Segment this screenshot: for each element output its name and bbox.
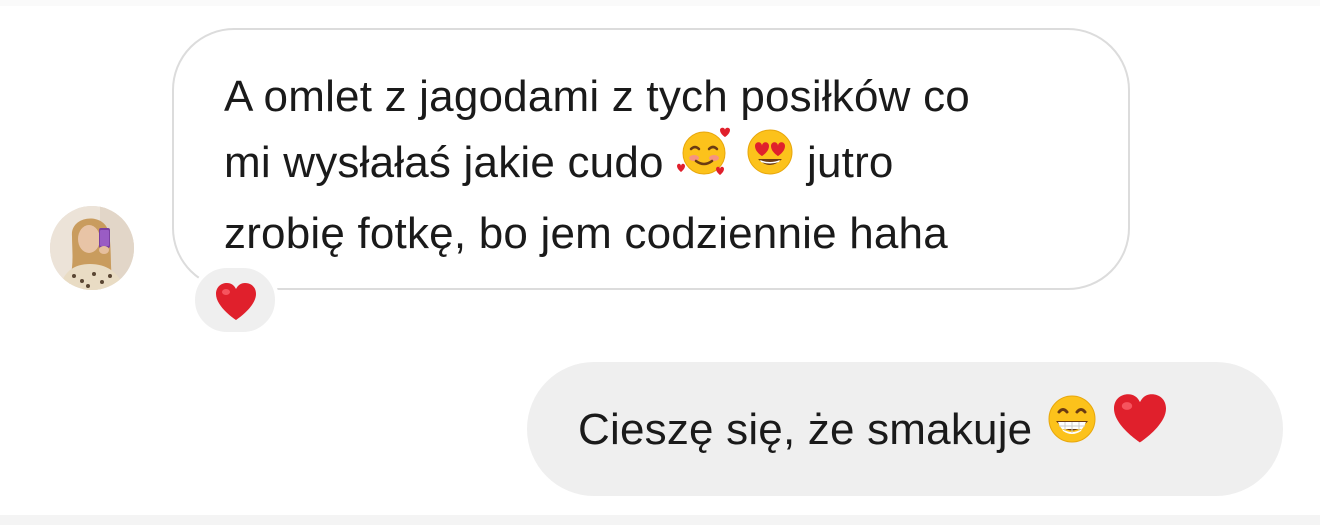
grinning-face-emoji (1045, 392, 1099, 465)
red-heart-icon (216, 283, 256, 320)
message-line: mi wysłałaś jakie cudo jutro (224, 127, 1084, 201)
message-text-segment: jutro (807, 138, 894, 188)
outgoing-message-bubble[interactable]: Cieszę się, że smakuje (527, 362, 1283, 496)
outgoing-message-text: Cieszę się, że smakuje (578, 393, 1169, 469)
red-heart-icon (1111, 393, 1169, 464)
incoming-message-bubble[interactable]: A omlet z jagodami z tych posiłków co mi… (172, 28, 1130, 290)
chat-thread: A omlet z jagodami z tych posiłków co mi… (0, 0, 1320, 525)
message-reaction[interactable] (191, 264, 279, 336)
incoming-message-text: A omlet z jagodami z tych posiłków co mi… (224, 64, 1084, 267)
top-divider (0, 0, 1320, 6)
message-text-segment: Cieszę się, że smakuje (578, 405, 1033, 455)
heart-eyes-emoji (745, 127, 795, 196)
message-line: zrobię fotkę, bo jem codziennie haha (224, 209, 948, 258)
avatar-photo (50, 206, 134, 290)
smiling-face-with-hearts-emoji (676, 126, 732, 197)
message-text-segment: mi wysłałaś jakie cudo (224, 138, 664, 188)
bottom-divider (0, 515, 1320, 525)
sender-avatar[interactable] (50, 206, 134, 290)
message-line: A omlet z jagodami z tych posiłków co (224, 72, 970, 121)
